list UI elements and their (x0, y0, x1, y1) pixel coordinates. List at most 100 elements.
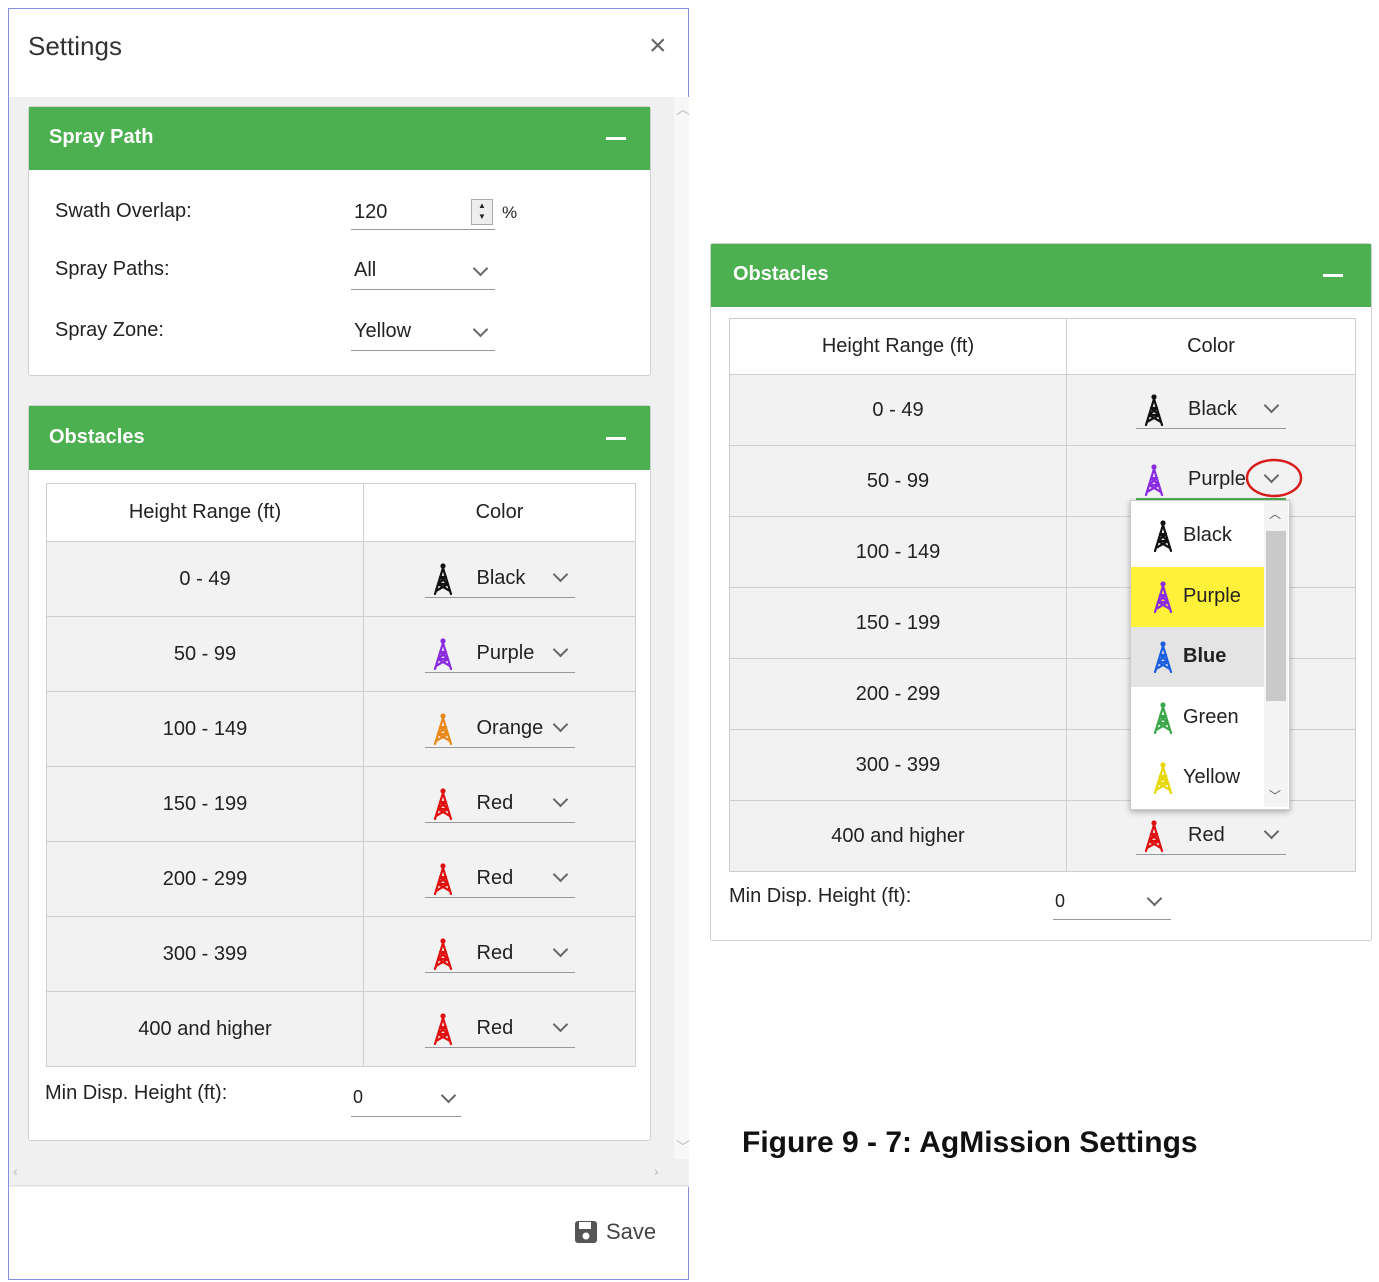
swath-overlap-input[interactable]: 120 ▲ ▼ (351, 197, 495, 230)
color-cell: Red (1066, 800, 1356, 872)
height-range-cell: 150 - 199 (46, 766, 364, 842)
spray-zone-value: Yellow (354, 320, 412, 342)
chevron-down-icon[interactable] (552, 791, 568, 807)
figure-caption: Figure 9 - 7: AgMission Settings (742, 1126, 1198, 1159)
color-select[interactable]: Purple (424, 636, 575, 673)
color-select[interactable]: Black (1136, 392, 1286, 429)
height-range-cell: 400 and higher (46, 991, 364, 1067)
vertical-scrollbar[interactable]: ︿ ﹀ (674, 97, 690, 1159)
dropdown-option-black[interactable]: Black (1131, 506, 1264, 566)
tower-icon (433, 562, 452, 595)
spray-path-title: Spray Path (49, 126, 154, 148)
chevron-down-icon (440, 1087, 457, 1104)
footer-divider (9, 1185, 689, 1186)
swath-overlap-value: 120 (354, 201, 388, 223)
dropdown-option-label: Blue (1183, 645, 1227, 667)
color-cell: Orange (363, 691, 636, 767)
column-header-color: Color (1066, 318, 1356, 375)
horizontal-scrollbar[interactable]: ‹ › (9, 1159, 674, 1187)
table-row: 400 and higher Red (729, 800, 1356, 872)
stepper-icon[interactable]: ▲ ▼ (471, 199, 493, 225)
dropdown-scroll-thumb[interactable] (1266, 531, 1286, 701)
dropdown-option-green[interactable]: Green (1131, 688, 1264, 748)
chevron-down-icon[interactable] (1263, 397, 1280, 413)
color-value: Red (476, 1016, 514, 1039)
spray-paths-value: All (354, 259, 377, 281)
tower-icon (1144, 464, 1164, 496)
obstacles-zoom-title: Obstacles (733, 263, 829, 285)
column-header-height: Height Range (ft) (729, 318, 1067, 375)
scroll-down-icon[interactable]: ﹀ (676, 1137, 690, 1157)
scroll-up-icon[interactable]: ︿ (1269, 505, 1281, 522)
min-disp-height-select[interactable]: 0 (351, 1082, 461, 1117)
color-value: Purple (476, 641, 535, 664)
save-button[interactable]: Save (574, 1219, 656, 1245)
color-cell: Red (363, 766, 636, 842)
scroll-down-icon[interactable]: ﹀ (1269, 787, 1281, 804)
scroll-right-icon[interactable]: › (654, 1163, 659, 1179)
tower-icon (433, 862, 452, 895)
save-label: Save (606, 1219, 657, 1244)
scroll-up-icon[interactable]: ︿ (676, 99, 690, 119)
min-disp-height-select[interactable]: 0 (1053, 885, 1171, 920)
tower-icon (433, 637, 452, 670)
spray-zone-select[interactable]: Yellow (351, 316, 495, 351)
height-range-cell: 150 - 199 (729, 587, 1067, 659)
collapse-icon[interactable] (606, 437, 626, 440)
collapse-icon[interactable] (606, 137, 626, 140)
spray-paths-label: Spray Paths: (55, 258, 170, 280)
color-select[interactable]: Red (424, 786, 575, 823)
min-disp-height-value: 0 (1055, 891, 1066, 911)
chevron-down-icon[interactable] (552, 566, 568, 582)
dropdown-option-label: Yellow (1183, 766, 1241, 788)
color-select[interactable]: Red (1136, 818, 1286, 855)
chevron-down-icon (472, 321, 489, 338)
table-row: 50 - 99 Purple (46, 616, 636, 692)
color-value: Red (476, 941, 514, 964)
dropdown-option-purple[interactable]: Purple (1131, 566, 1264, 627)
table-row: 400 and higher Red (46, 991, 636, 1067)
collapse-icon[interactable] (1323, 274, 1343, 277)
color-dropdown-list[interactable]: Black Purple Blue Green Yellow ︿ ﹀ (1130, 500, 1290, 810)
chevron-down-icon[interactable] (552, 716, 568, 732)
color-value: Black (1188, 397, 1237, 420)
chevron-down-icon (472, 260, 489, 277)
color-cell: Purple (363, 616, 636, 692)
scroll-left-icon[interactable]: ‹ (13, 1163, 18, 1179)
dropdown-option-blue[interactable]: Blue (1131, 627, 1264, 687)
column-header-color: Color (363, 483, 636, 542)
chevron-down-icon[interactable] (552, 641, 568, 657)
color-select[interactable]: Black (424, 561, 575, 598)
color-value: Orange (476, 716, 544, 739)
color-cell: Red (363, 991, 636, 1067)
chevron-down-icon[interactable] (552, 941, 568, 957)
spray-paths-select[interactable]: All (351, 255, 495, 290)
table-row: 300 - 399 Red (46, 916, 636, 992)
height-range-cell: 100 - 149 (729, 516, 1067, 588)
height-range-cell: 300 - 399 (729, 729, 1067, 801)
color-cell: Black (1066, 374, 1356, 446)
dropdown-option-yellow[interactable]: Yellow (1131, 748, 1264, 808)
height-range-cell: 0 - 49 (729, 374, 1067, 446)
table-row: 0 - 49 Black (46, 541, 636, 617)
color-select[interactable]: Orange (424, 711, 575, 748)
chevron-down-icon (1146, 890, 1163, 907)
color-value: Black (476, 566, 526, 589)
obstacles-zoom-header[interactable]: Obstacles (711, 244, 1371, 307)
tower-icon (433, 1012, 452, 1045)
height-range-cell: 0 - 49 (46, 541, 364, 617)
height-range-cell: 300 - 399 (46, 916, 364, 992)
swath-overlap-label: Swath Overlap: (55, 200, 192, 222)
column-header-height: Height Range (ft) (46, 483, 364, 542)
color-select[interactable]: Red (424, 1011, 575, 1048)
color-select[interactable]: Red (424, 861, 575, 898)
dialog-title: Settings (28, 31, 122, 61)
close-icon[interactable]: × (649, 31, 667, 61)
chevron-down-icon[interactable] (1263, 823, 1280, 839)
obstacles-header[interactable]: Obstacles (29, 406, 650, 470)
chevron-down-icon[interactable] (552, 1016, 568, 1032)
color-select[interactable]: Red (424, 936, 575, 973)
spray-path-header[interactable]: Spray Path (29, 107, 650, 170)
tower-icon (433, 787, 452, 820)
chevron-down-icon[interactable] (552, 866, 568, 882)
